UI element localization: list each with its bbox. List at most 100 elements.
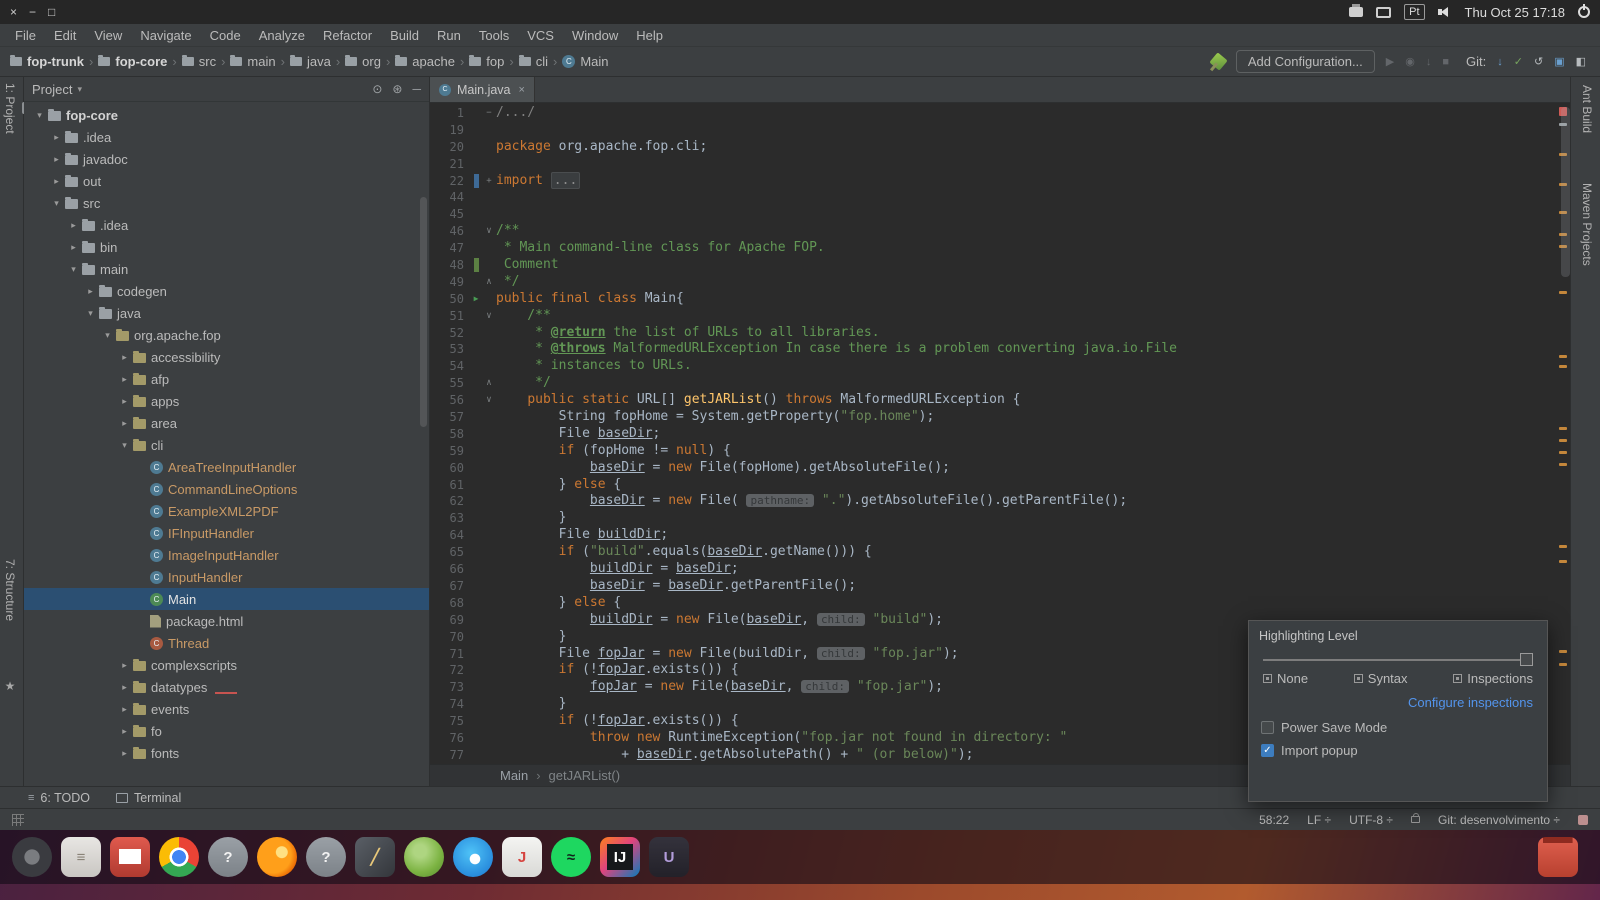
checkbox-unchecked[interactable] xyxy=(1261,721,1274,734)
tree-item-area[interactable]: ▸area xyxy=(24,412,429,434)
menu-item-tools[interactable]: Tools xyxy=(470,24,518,47)
expand-arrow-icon[interactable]: ▾ xyxy=(32,110,47,121)
tree-item-fonts[interactable]: ▸fonts xyxy=(24,742,429,764)
expand-arrow-icon[interactable]: ▾ xyxy=(117,440,132,451)
expand-arrow-icon[interactable]: ▸ xyxy=(66,220,81,231)
stripe-mark[interactable] xyxy=(1559,439,1567,442)
locate-icon[interactable]: ⊙ xyxy=(372,82,382,96)
tree-item-complexscripts[interactable]: ▸complexscripts xyxy=(24,654,429,676)
tree-item-out[interactable]: ▸out xyxy=(24,170,429,192)
history-icon[interactable]: ▣ xyxy=(1554,55,1564,68)
hide-panel-icon[interactable]: ─ xyxy=(412,82,421,96)
git-branch-selector[interactable]: Git: desenvolvimento ÷ xyxy=(1438,813,1560,827)
dock-java-icon[interactable]: J xyxy=(502,837,542,877)
breadcrumb-item-fop-core[interactable]: fop-core xyxy=(98,54,167,69)
project-scrollbar[interactable] xyxy=(420,197,427,427)
breadcrumb-method[interactable]: getJARList() xyxy=(549,768,621,783)
fold-marker[interactable]: ∧ xyxy=(482,375,496,392)
close-tab-icon[interactable]: × xyxy=(519,84,525,96)
stripe-mark[interactable] xyxy=(1559,427,1567,430)
stripe-mark[interactable] xyxy=(1559,560,1567,563)
fold-marker[interactable]: ∨ xyxy=(482,392,496,409)
menu-item-navigate[interactable]: Navigate xyxy=(131,24,200,47)
toolwindow-switcher-icon[interactable] xyxy=(12,814,24,826)
tree-item-afp[interactable]: ▸afp xyxy=(24,368,429,390)
tree-item-main[interactable]: CMain xyxy=(24,588,429,610)
menu-item-file[interactable]: File xyxy=(6,24,45,47)
stripe-mark[interactable] xyxy=(1559,355,1567,358)
tree-item-apps[interactable]: ▸apps xyxy=(24,390,429,412)
level-inspections[interactable]: Inspections xyxy=(1453,671,1533,686)
gear-icon[interactable]: ⊛ xyxy=(392,82,402,96)
menu-item-refactor[interactable]: Refactor xyxy=(314,24,381,47)
tree-item-accessibility[interactable]: ▸accessibility xyxy=(24,346,429,368)
tree-item-ifinputhandler[interactable]: CIFInputHandler xyxy=(24,522,429,544)
tool-stripe-maven-projects[interactable]: Maven Projects xyxy=(1580,183,1594,266)
printer-icon[interactable] xyxy=(1349,7,1363,17)
terminal-toolwindow[interactable]: Terminal xyxy=(116,791,181,805)
expand-arrow-icon[interactable]: ▸ xyxy=(49,154,64,165)
import-popup-checkbox[interactable]: ✓Import popup xyxy=(1249,735,1547,758)
breadcrumb-item-main[interactable]: CMain xyxy=(562,54,608,69)
breadcrumb-item-java[interactable]: java xyxy=(290,54,331,69)
dock-intellij-icon[interactable]: IJ xyxy=(600,837,640,877)
git-commit-icon[interactable]: ✓ xyxy=(1514,55,1523,68)
tree-item-datatypes[interactable]: ▸datatypes xyxy=(24,676,429,698)
dock-chrome-icon[interactable] xyxy=(159,837,199,877)
git-revert-icon[interactable]: ↺ xyxy=(1534,55,1543,68)
tree-item-areatreeinputhandler[interactable]: CAreaTreeInputHandler xyxy=(24,456,429,478)
level-none[interactable]: None xyxy=(1263,671,1308,686)
fold-marker[interactable]: ∨ xyxy=(482,223,496,240)
tree-item-package-html[interactable]: package.html xyxy=(24,610,429,632)
tree-item-cli[interactable]: ▾cli xyxy=(24,434,429,456)
tree-item-imageinputhandler[interactable]: CImageInputHandler xyxy=(24,544,429,566)
expand-arrow-icon[interactable]: ▸ xyxy=(117,418,132,429)
tree-item-java[interactable]: ▾java xyxy=(24,302,429,324)
menu-item-view[interactable]: View xyxy=(85,24,131,47)
tool-stripe-ant-build[interactable]: Ant Build xyxy=(1580,85,1594,133)
configure-inspections-link[interactable]: Configure inspections xyxy=(1249,686,1547,712)
tree-item-fo[interactable]: ▸fo xyxy=(24,720,429,742)
stripe-mark[interactable] xyxy=(1559,291,1567,294)
expand-arrow-icon[interactable]: ▾ xyxy=(66,264,81,275)
dock-app-green-icon[interactable] xyxy=(404,837,444,877)
run-gutter-icon[interactable]: ▶ xyxy=(470,291,482,308)
stripe-mark[interactable] xyxy=(1559,545,1567,548)
expand-arrow-icon[interactable]: ▸ xyxy=(117,352,132,363)
dock-uml-icon[interactable]: U xyxy=(649,837,689,877)
highlighting-slider[interactable] xyxy=(1263,651,1533,669)
add-configuration-button[interactable]: Add Configuration... xyxy=(1236,50,1375,73)
todo-toolwindow[interactable]: ≡6: TODO xyxy=(28,791,90,805)
tree-item-javadoc[interactable]: ▸javadoc xyxy=(24,148,429,170)
expand-arrow-icon[interactable]: ▸ xyxy=(66,242,81,253)
tree-item-events[interactable]: ▸events xyxy=(24,698,429,720)
tree-item-fop-core[interactable]: ▾fop-core xyxy=(24,104,429,126)
expand-arrow-icon[interactable]: ▸ xyxy=(117,682,132,693)
menu-item-build[interactable]: Build xyxy=(381,24,428,47)
stripe-mark[interactable] xyxy=(1559,463,1567,466)
expand-arrow-icon[interactable]: ▸ xyxy=(49,132,64,143)
tab-main-java[interactable]: C Main.java × xyxy=(430,77,535,102)
tool-stripe-structure[interactable]: 7: Structure xyxy=(3,559,17,621)
breadcrumb-class[interactable]: Main xyxy=(500,768,528,783)
clock[interactable]: Thu Oct 25 17:18 xyxy=(1465,5,1565,20)
tree-item-codegen[interactable]: ▸codegen xyxy=(24,280,429,302)
breadcrumb-item-main[interactable]: main xyxy=(230,54,275,69)
dock-firefox-icon[interactable] xyxy=(257,837,297,877)
menu-item-vcs[interactable]: VCS xyxy=(518,24,563,47)
tree-item--idea[interactable]: ▸.idea xyxy=(24,126,429,148)
caret-position[interactable]: 58:22 xyxy=(1259,813,1289,827)
stripe-mark[interactable] xyxy=(1559,650,1567,653)
expand-arrow-icon[interactable]: ▾ xyxy=(49,198,64,209)
tree-item--idea[interactable]: ▸.idea xyxy=(24,214,429,236)
expand-arrow-icon[interactable]: ▸ xyxy=(117,374,132,385)
tree-item-org-apache-fop[interactable]: ▾org.apache.fop xyxy=(24,324,429,346)
dock-draw-icon[interactable]: ╱ xyxy=(355,837,395,877)
expand-arrow-icon[interactable]: ▾ xyxy=(83,308,98,319)
level-syntax[interactable]: Syntax xyxy=(1354,671,1408,686)
menu-item-run[interactable]: Run xyxy=(428,24,470,47)
tree-item-thread[interactable]: CThread xyxy=(24,632,429,654)
fold-marker[interactable]: ∧ xyxy=(482,274,496,291)
breadcrumb-item-fop-trunk[interactable]: fop-trunk xyxy=(10,54,84,69)
display-icon[interactable] xyxy=(1376,7,1391,18)
